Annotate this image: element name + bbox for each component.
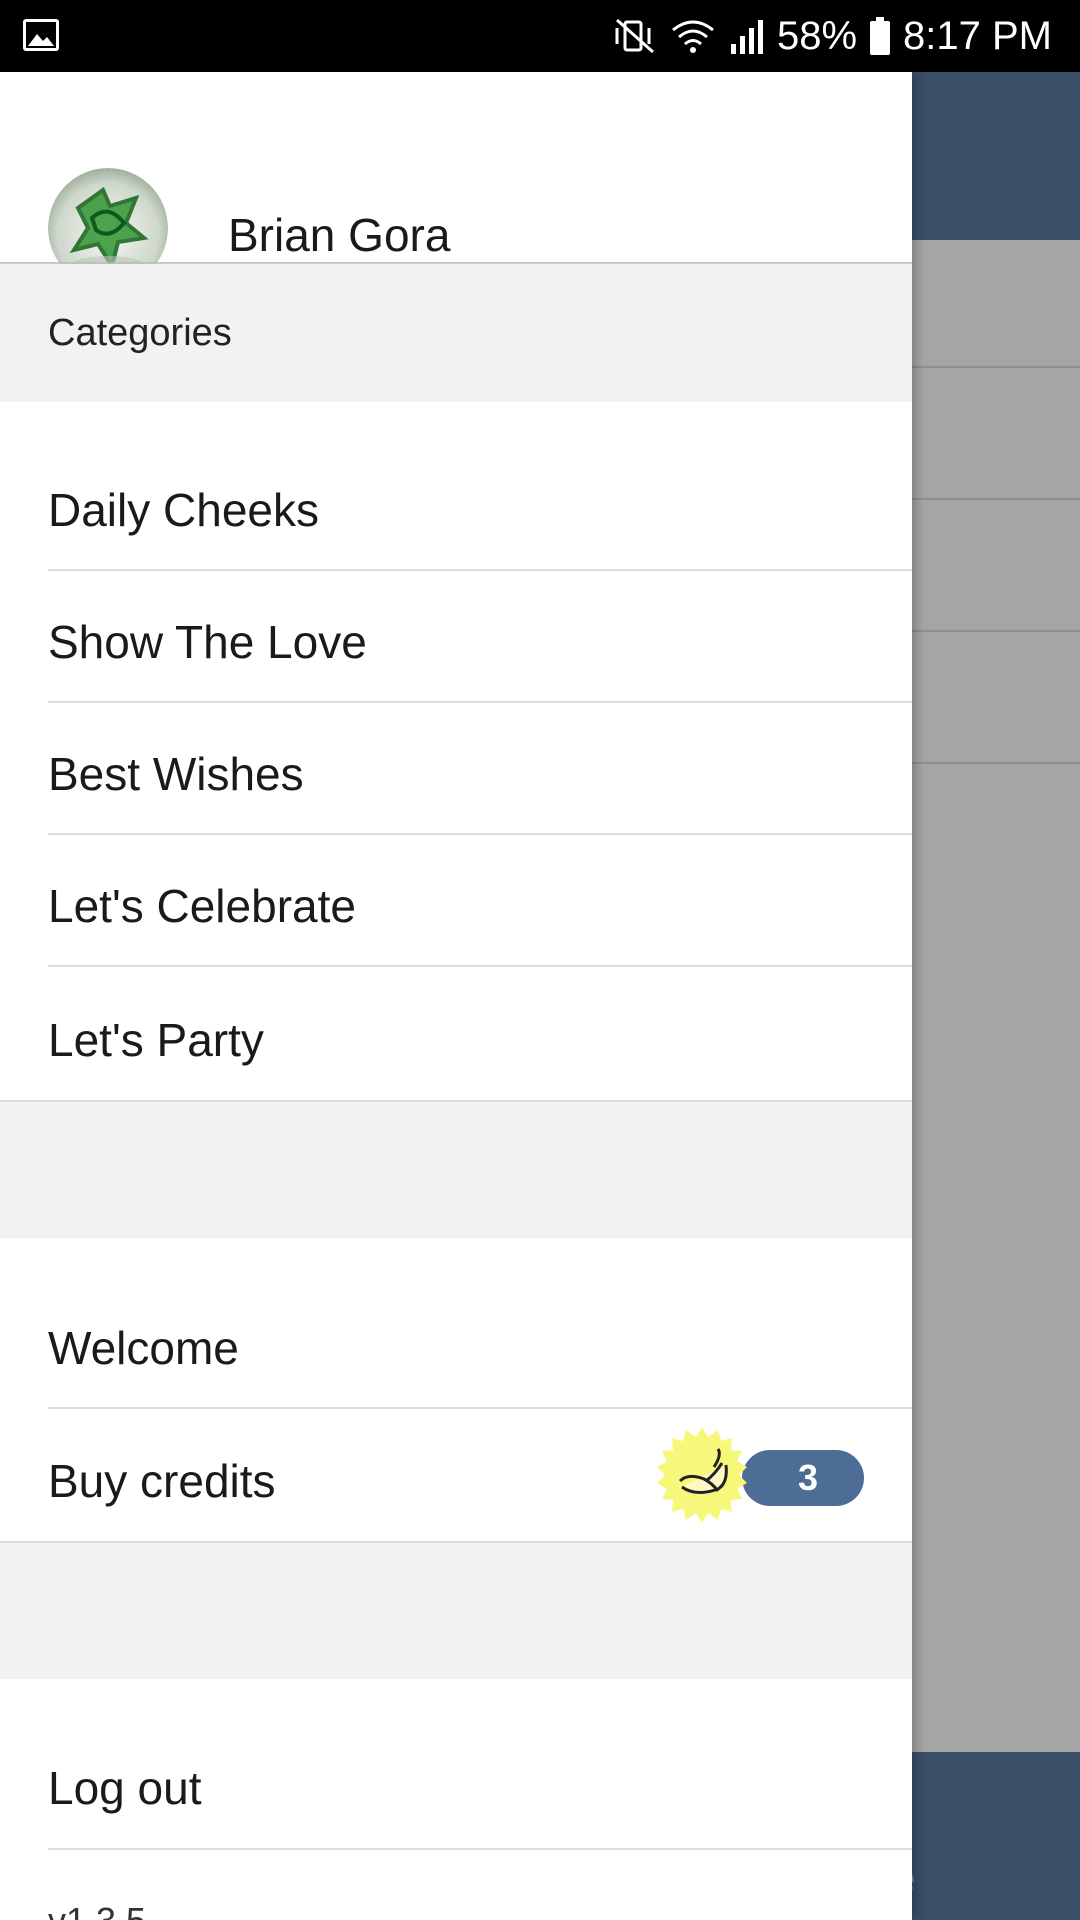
- menu-item-label: Let's Celebrate: [48, 880, 356, 932]
- credits-count: 3: [742, 1450, 864, 1506]
- categories-label: Categories: [48, 312, 232, 354]
- menu-item-welcome[interactable]: Welcome: [0, 1282, 912, 1414]
- menu-item-lets-celebrate[interactable]: Let's Celebrate: [0, 840, 912, 972]
- divider: [48, 965, 912, 967]
- navigation-drawer: Brian Gora Categories Daily Cheeks Show …: [0, 72, 912, 1920]
- section-spacer: [0, 1102, 912, 1238]
- status-bar: 58% 8:17 PM: [0, 0, 1080, 72]
- menu-item-log-out[interactable]: Log out: [0, 1722, 912, 1854]
- clock: 8:17 PM: [903, 13, 1052, 58]
- menu-item-label: Best Wishes: [48, 748, 304, 800]
- gallery-icon: [22, 18, 60, 52]
- menu-item-label: Welcome: [48, 1322, 239, 1374]
- mute-vibrate-icon: [613, 16, 657, 56]
- divider: [48, 833, 912, 835]
- menu-item-lets-party[interactable]: Let's Party: [0, 974, 912, 1106]
- signal-icon: [729, 16, 765, 56]
- battery-icon: [869, 16, 891, 56]
- divider: [48, 701, 912, 703]
- divider: [48, 1407, 912, 1409]
- profile-name: Brian Gora: [228, 209, 451, 261]
- menu-item-label: Show The Love: [48, 616, 367, 668]
- divider: [48, 569, 912, 571]
- divider: [48, 1848, 912, 1850]
- credits-badge[interactable]: 3: [652, 1425, 864, 1525]
- menu-item-show-the-love[interactable]: Show The Love: [0, 576, 912, 708]
- menu-item-best-wishes[interactable]: Best Wishes: [0, 708, 912, 840]
- section-spacer: [0, 1543, 912, 1679]
- menu-item-label: Log out: [48, 1762, 202, 1814]
- menu-item-label: Let's Party: [48, 1014, 264, 1066]
- app-version: v1.3.5: [48, 1900, 146, 1920]
- menu-item-label: Daily Cheeks: [48, 484, 319, 536]
- battery-percent: 58%: [776, 13, 858, 58]
- banana-icon: [652, 1425, 752, 1525]
- wifi-icon: [669, 16, 717, 56]
- menu-item-daily-cheeks[interactable]: Daily Cheeks: [0, 444, 912, 576]
- menu-item-label: Buy credits: [48, 1455, 276, 1507]
